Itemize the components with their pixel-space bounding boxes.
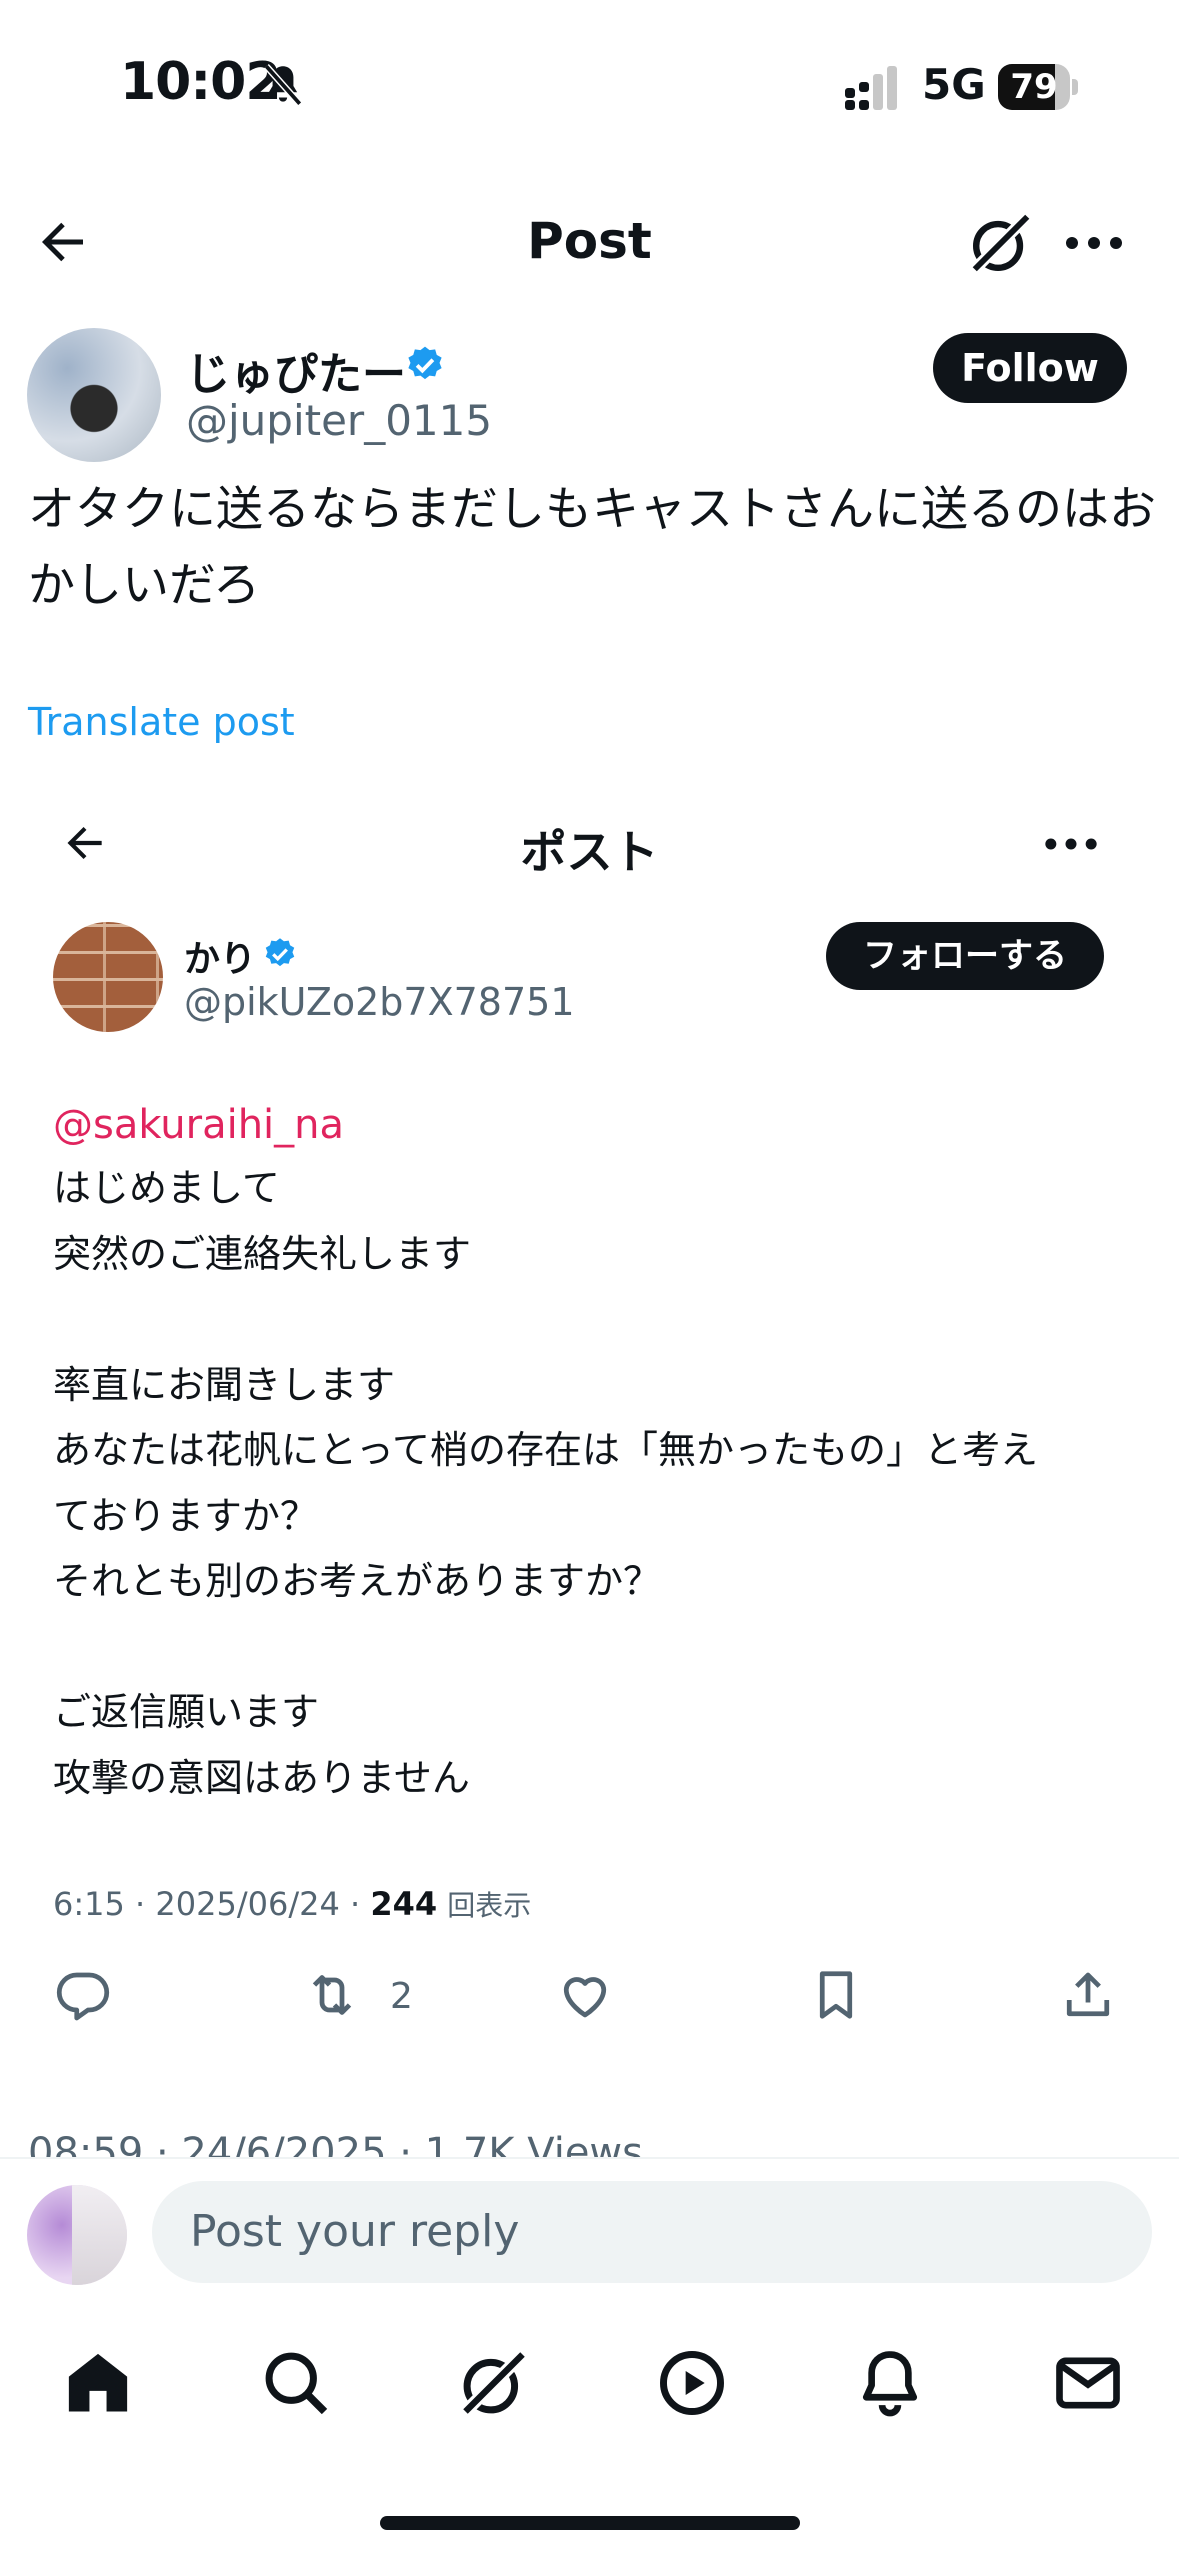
embed-follow-button: フォローする bbox=[826, 922, 1104, 990]
embed-meta-time: 6:15 · 2025/06/24 · bbox=[53, 1885, 371, 1923]
search-icon[interactable] bbox=[258, 2345, 334, 2421]
bell-muted-icon bbox=[263, 64, 303, 106]
like-icon bbox=[563, 1977, 607, 2018]
author-name[interactable]: じゅぴたー bbox=[186, 338, 406, 402]
status-time: 10:02 bbox=[120, 52, 282, 112]
embed-body-text: はじめまして 突然のご連絡失礼します 率直にお聞きします あなたは花帆にとって梢… bbox=[53, 1166, 1038, 1800]
embed-author-name: かり bbox=[184, 939, 257, 980]
verified-icon bbox=[408, 346, 442, 380]
grok-icon[interactable] bbox=[966, 208, 1036, 278]
embed-mention: @sakuraihi_na bbox=[53, 1102, 345, 1148]
follow-button[interactable]: Follow bbox=[933, 333, 1127, 403]
author-handle[interactable]: @jupiter_0115 bbox=[186, 396, 492, 445]
embed-meta-views: 244 bbox=[370, 1885, 438, 1923]
translate-post-link[interactable]: Translate post bbox=[28, 700, 295, 744]
author-avatar[interactable] bbox=[27, 328, 161, 462]
home-icon[interactable] bbox=[60, 2345, 136, 2421]
retweet-icon bbox=[312, 1975, 352, 2015]
battery-icon: 79 bbox=[998, 64, 1078, 110]
home-indicator bbox=[380, 2516, 800, 2530]
embed-verified-icon bbox=[265, 938, 295, 967]
embed-more-icon bbox=[1045, 838, 1097, 850]
embed-author-handle: @pikUZo2b7X78751 bbox=[184, 980, 575, 1024]
user-avatar[interactable] bbox=[27, 2185, 127, 2285]
reply-input[interactable]: Post your reply bbox=[152, 2181, 1152, 2283]
network-label: 5G bbox=[922, 60, 986, 109]
signal-icon bbox=[845, 66, 897, 110]
embed-meta-views-label: 回表示 bbox=[447, 1889, 532, 1922]
grok-tab-icon[interactable] bbox=[456, 2345, 532, 2421]
notifications-icon[interactable] bbox=[852, 2345, 928, 2421]
bookmark-icon bbox=[819, 1971, 853, 2019]
post-text: オタクに送るならまだしもキャストさんに送るのはおかしいだろ bbox=[28, 482, 1156, 613]
embed-title: ポスト bbox=[520, 825, 659, 879]
share-icon bbox=[1066, 1972, 1110, 2017]
embed-author-avatar bbox=[53, 922, 163, 1032]
more-icon[interactable] bbox=[1062, 218, 1126, 268]
reply-icon bbox=[56, 1972, 110, 2021]
mail-icon[interactable] bbox=[1050, 2345, 1126, 2421]
retweet-count: 2 bbox=[390, 1976, 413, 2017]
battery-level: 79 bbox=[1010, 67, 1058, 107]
embed-meta: 6:15 · 2025/06/24 · 244 回表示 bbox=[53, 1884, 531, 1924]
video-icon[interactable] bbox=[654, 2345, 730, 2421]
